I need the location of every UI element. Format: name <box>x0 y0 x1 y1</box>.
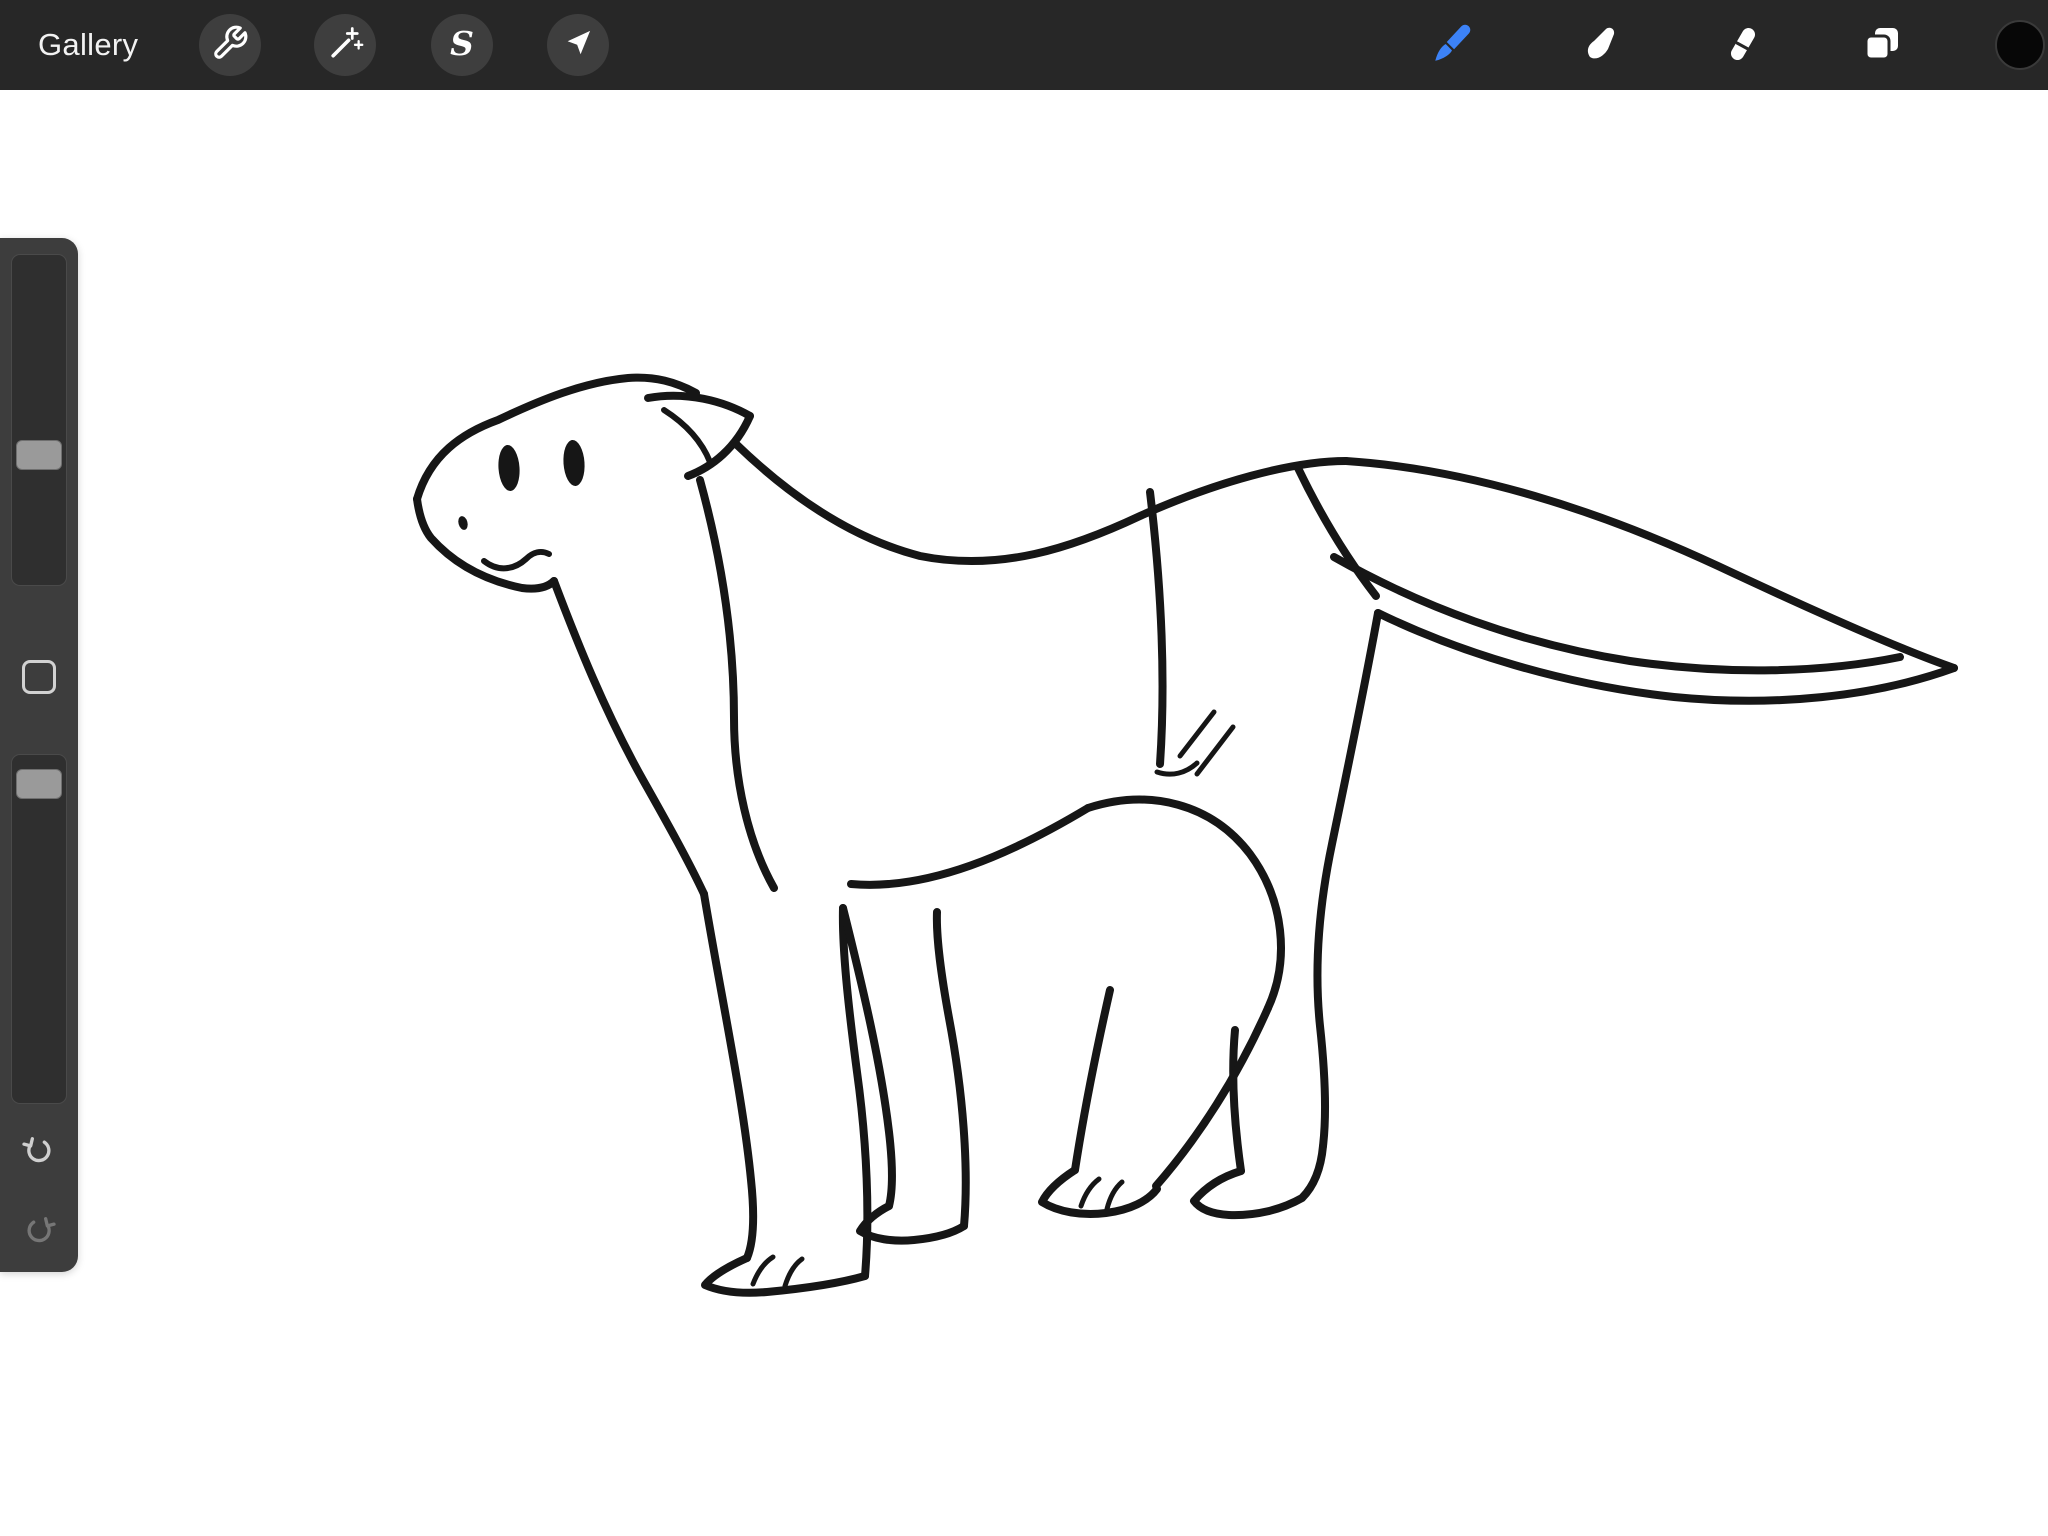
undo-icon <box>19 1130 59 1175</box>
layers-button[interactable] <box>1859 22 1905 68</box>
brush-icon <box>1429 20 1475 71</box>
brush-tool-button[interactable] <box>1429 22 1475 68</box>
opacity-slider[interactable] <box>11 754 67 1104</box>
gallery-label: Gallery <box>38 27 138 63</box>
transform-button[interactable] <box>547 14 609 76</box>
eraser-tool-button[interactable] <box>1717 22 1763 68</box>
selection-button[interactable]: S <box>431 14 493 76</box>
gallery-button[interactable]: Gallery <box>38 0 138 90</box>
artwork-svg <box>0 0 2048 1536</box>
undo-button[interactable] <box>17 1130 61 1174</box>
transform-arrow-icon <box>559 24 597 67</box>
current-color-swatch[interactable] <box>1995 20 2045 70</box>
actions-button[interactable] <box>199 14 261 76</box>
redo-button[interactable] <box>17 1210 61 1254</box>
smudge-icon <box>1576 21 1620 70</box>
opacity-handle[interactable] <box>16 769 62 799</box>
drawing-canvas[interactable] <box>0 0 2048 1536</box>
brush-size-slider[interactable] <box>11 254 67 586</box>
selection-icon: S <box>450 24 474 63</box>
modify-button[interactable] <box>22 660 56 694</box>
adjustments-button[interactable] <box>314 14 376 76</box>
brush-size-handle[interactable] <box>16 440 62 470</box>
brush-sidebar <box>0 238 78 1272</box>
smudge-tool-button[interactable] <box>1575 22 1621 68</box>
eraser-icon <box>1718 21 1762 70</box>
redo-icon <box>19 1210 59 1255</box>
wrench-icon <box>211 24 249 67</box>
top-toolbar: Gallery S <box>0 0 2048 90</box>
magic-wand-icon <box>325 23 365 68</box>
layers-icon <box>1860 21 1904 70</box>
